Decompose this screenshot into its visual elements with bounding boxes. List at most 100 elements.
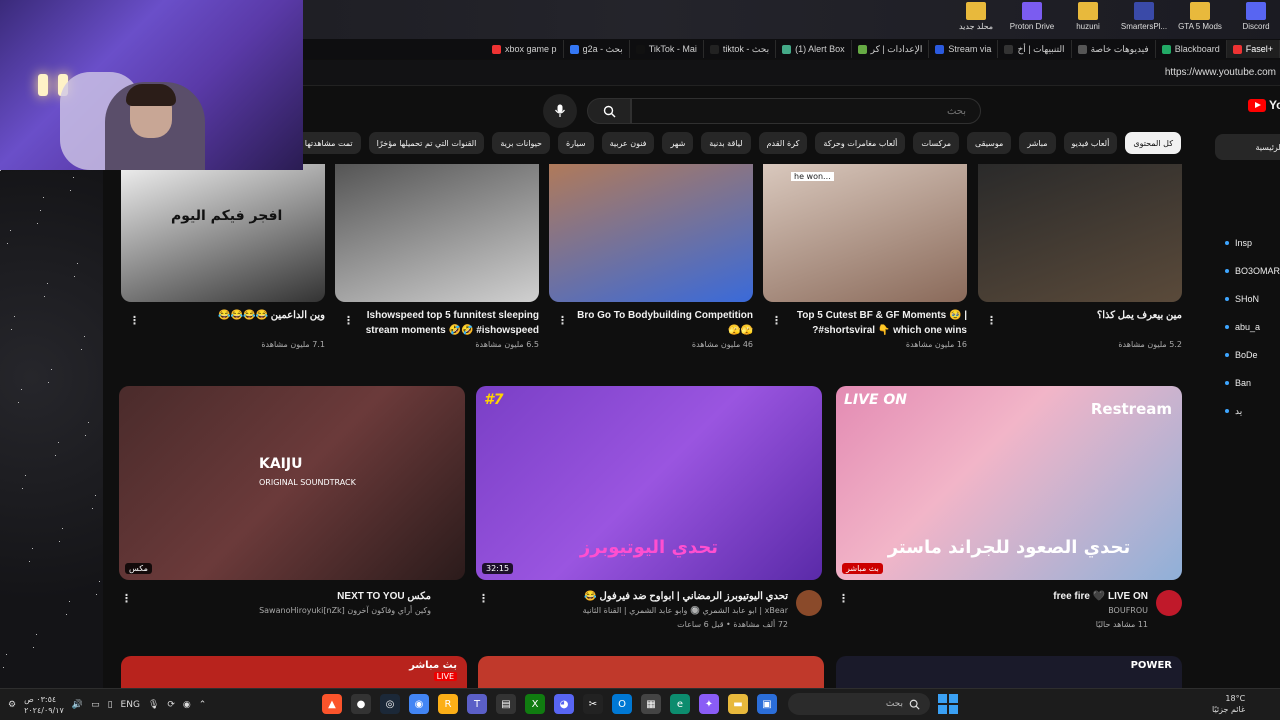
browser-tab[interactable]: التنبيهات | أخ (998, 40, 1072, 58)
browser-tab[interactable]: Stream via (929, 40, 999, 58)
sidebar-subscription-item[interactable]: يد (1225, 404, 1280, 418)
category-chip[interactable]: القنوات التي تم تحميلها مؤخرًا (368, 132, 485, 154)
rockstar-icon[interactable]: R (438, 694, 458, 714)
capcut-icon[interactable]: ✂ (583, 694, 603, 714)
short-card[interactable]: افجر فيكم اليوم وين الداعمين 😂😂😂😂 7.1 مليو… (121, 164, 325, 349)
outlook-icon[interactable]: O (612, 694, 632, 714)
category-chip[interactable]: كل المحتوى (1125, 132, 1181, 154)
browser-tab[interactable]: tiktok - بحث (704, 40, 777, 58)
category-chip[interactable]: حيوانات برية (492, 132, 550, 154)
category-chip[interactable]: ألعاب فيديو (1063, 132, 1118, 154)
browser-tab[interactable]: Blackboard (1156, 40, 1227, 58)
settings-icon[interactable]: ⚙ (8, 700, 16, 710)
desktop-icon[interactable]: GTA 5 Mods (1176, 2, 1224, 38)
video-thumbnail[interactable]: LIVE ON Restream تحدي الصعود للجراند ماستر… (836, 386, 1182, 580)
short-card[interactable]: Ishowspeed top 5 funnitest sleeping stre… (335, 164, 539, 349)
weather-widget[interactable]: 18°C غائم جزئيًا (1212, 693, 1245, 715)
video-card[interactable]: KAIJU ORIGINAL SOUNDTRACK مكس مكس NEXT TO Y… (119, 386, 465, 615)
category-chip[interactable]: مركسات (913, 132, 959, 154)
sidebar-subscription-item[interactable]: Ban (1225, 376, 1280, 390)
category-chip[interactable]: لياقة بدنية (701, 132, 751, 154)
video-card-partial[interactable] (478, 656, 824, 688)
explorer-icon[interactable]: ▬ (728, 694, 748, 714)
channel-avatar[interactable] (796, 590, 822, 616)
channel-name[interactable]: BOUFROU (858, 606, 1148, 615)
sidebar-subscription-item[interactable]: Insp (1225, 236, 1280, 250)
chevron-up-icon[interactable]: ⌃ (199, 700, 207, 710)
sync-icon[interactable]: ⟳ (167, 700, 175, 710)
category-chip[interactable]: مباشر (1019, 132, 1056, 154)
browser-tab[interactable]: xbox game p (486, 40, 564, 58)
browser-tab[interactable]: فيديوهات خاصة (1072, 40, 1156, 58)
file-icon[interactable]: ▤ (496, 694, 516, 714)
short-thumbnail[interactable] (549, 164, 753, 302)
video-card[interactable]: LIVE ON Restream تحدي الصعود للجراند ماستر… (836, 386, 1182, 629)
short-card[interactable]: Bro Go To Bodybuilding Competition 🫣🫣 46 … (549, 164, 753, 349)
video-card[interactable]: #7 تحدي اليوتيوبرز 32:15 تحدي اليوتيوبرز ال… (476, 386, 822, 629)
more-options-icon[interactable]: ⋮ (557, 314, 568, 327)
video-card-partial[interactable]: بث مباشر LIVE (121, 656, 467, 688)
browser-tab[interactable]: Fasel+ (1226, 40, 1280, 58)
video-thumbnail[interactable]: #7 تحدي اليوتيوبرز 32:15 (476, 386, 822, 580)
language-indicator[interactable]: ENG (121, 700, 140, 710)
address-url[interactable]: https://www.youtube.com (1165, 67, 1276, 78)
sidebar-subscription-item[interactable]: abu_a (1225, 320, 1280, 334)
more-options-icon[interactable]: ⋮ (986, 314, 997, 327)
record-icon[interactable]: ◉ (183, 700, 191, 710)
category-chip[interactable]: كرة القدم (758, 132, 808, 154)
brave-browser-icon[interactable]: ▲ (322, 694, 342, 714)
xbox-icon[interactable]: X (525, 694, 545, 714)
more-options-icon[interactable]: ⋮ (838, 592, 849, 605)
teams-icon[interactable]: T (467, 694, 487, 714)
browser-tab[interactable]: g2a - بحث (564, 40, 630, 58)
search-button[interactable] (587, 98, 631, 124)
category-chip[interactable]: فنون عربية (601, 132, 655, 154)
short-thumbnail[interactable] (978, 164, 1182, 302)
category-chip[interactable]: ألعاب مغامرات وحركة (815, 132, 906, 154)
address-bar[interactable]: https://www.youtube.com (300, 60, 1280, 86)
obs-icon[interactable]: ● (351, 694, 371, 714)
short-thumbnail[interactable]: he won... (763, 164, 967, 302)
short-thumbnail[interactable] (335, 164, 539, 302)
category-chip[interactable]: شهر (662, 132, 694, 154)
clock[interactable]: ٠٣:٥٤ ص ٢٠٢٤/٠٩/١٧ (24, 694, 64, 716)
channel-name[interactable]: وكين أراي وفاكون آخرون SawanoHiroyuki[nZ… (141, 606, 431, 615)
sidebar-subscription-item[interactable]: SHoN (1225, 292, 1280, 306)
more-options-icon[interactable]: ⋮ (478, 592, 489, 605)
video-thumbnail[interactable]: KAIJU ORIGINAL SOUNDTRACK مكس (119, 386, 465, 580)
video-title[interactable]: مكس NEXT TO YOU (141, 591, 431, 602)
voice-search-button[interactable] (543, 94, 577, 128)
copilot-icon[interactable]: ✦ (699, 694, 719, 714)
discord-icon[interactable]: ◕ (554, 694, 574, 714)
steam-icon[interactable]: ◎ (380, 694, 400, 714)
desktop-icon[interactable]: huzuni (1064, 2, 1112, 38)
browser-tab[interactable]: الإعدادات | كر (852, 40, 930, 58)
more-options-icon[interactable]: ⋮ (129, 314, 140, 327)
start-button[interactable] (938, 694, 958, 714)
short-thumbnail[interactable]: افجر فيكم اليوم (121, 164, 325, 302)
more-options-icon[interactable]: ⋮ (121, 592, 132, 605)
desktop-icon[interactable]: Discord (1232, 2, 1280, 38)
volume-icon[interactable]: 🔊 (72, 700, 83, 710)
chrome-icon[interactable]: ◉ (409, 694, 429, 714)
sidebar-subscription-item[interactable]: BoDe (1225, 348, 1280, 362)
short-card[interactable]: مين بيعرف يمل كذا؟ 5.2 مليون مشاهدة ⋮ (978, 164, 1182, 349)
search-input[interactable] (631, 98, 981, 124)
video-title[interactable]: تحدي اليوتيوبرز الرمضاني | ابواوح ضد فير… (498, 591, 788, 602)
short-card[interactable]: he won... Top 5 Cutest BF & GF Moments 🥹 … (763, 164, 967, 349)
microphone-tray-icon[interactable]: 🎙 (148, 700, 159, 710)
network-icon[interactable]: ▭ (91, 700, 100, 710)
youtube-logo[interactable]: Yo (1248, 98, 1280, 112)
desktop-icon[interactable]: SmartersPl... (1120, 2, 1168, 38)
category-chip[interactable]: سيارة (557, 132, 594, 154)
edge-icon[interactable]: e (670, 694, 690, 714)
desktop-icon[interactable]: Proton Drive (1008, 2, 1056, 38)
browser-tab[interactable]: (1) Alert Box (776, 40, 852, 58)
sidebar-home-item[interactable]: الرئيسية (1215, 134, 1280, 160)
category-chip[interactable]: موسيقى (966, 132, 1012, 154)
browser-tab[interactable]: TikTok - Mai (630, 40, 704, 58)
desktop-icon[interactable]: محلد جديد (952, 2, 1000, 38)
video-card-partial[interactable]: POWER (836, 656, 1182, 688)
taskbar-search[interactable]: بحث (788, 693, 930, 715)
more-options-icon[interactable]: ⋮ (343, 314, 354, 327)
